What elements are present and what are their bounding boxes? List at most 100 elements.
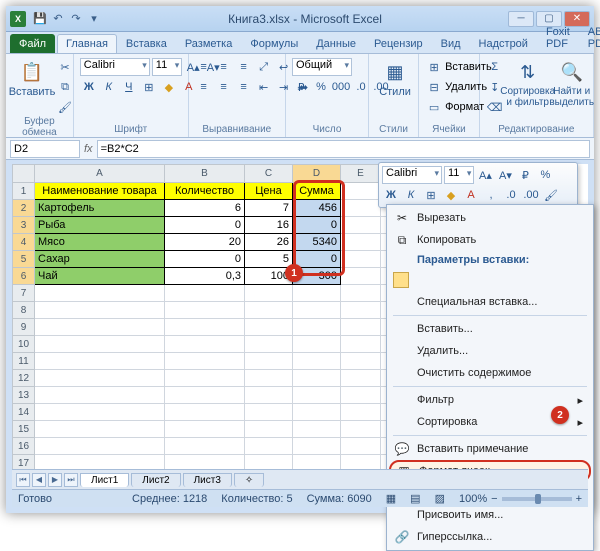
zoom-control[interactable]: 100% − + — [459, 493, 582, 505]
group-alignment: ≡ ≡ ≡ ⤢ ↩ ≡ ≡ ≡ ⇤ ⇥ ⬌ Выравнивание — [189, 54, 286, 137]
find-icon: 🔍 — [560, 60, 584, 84]
name-box[interactable]: D2 — [10, 140, 80, 158]
mini-grow-icon[interactable]: A▴ — [476, 166, 494, 184]
mini-currency-icon[interactable]: ₽ — [516, 166, 534, 184]
align-top-icon[interactable]: ≡ — [195, 58, 213, 76]
undo-icon[interactable]: ↶ — [50, 11, 66, 27]
menu-cut[interactable]: ✂Вырезать — [389, 207, 591, 229]
group-number: Общий ₽ % 000 .0 .00 Число — [286, 54, 369, 137]
tab-file[interactable]: Файл — [10, 34, 55, 53]
paste-button[interactable]: 📋 Вставить — [12, 58, 52, 100]
minimize-button[interactable]: ─ — [508, 11, 534, 27]
align-mid-icon[interactable]: ≡ — [215, 58, 233, 76]
mini-size-combo[interactable]: 11 — [444, 166, 474, 184]
find-select-button[interactable]: 🔍Найти и выделить — [552, 58, 592, 110]
bold-button[interactable]: Ж — [80, 78, 98, 96]
menu-clear[interactable]: Очистить содержимое — [389, 362, 591, 384]
group-font: Calibri 11 A▴ A▾ Ж К Ч ⊞ ◆ A Шрифт — [74, 54, 189, 137]
tab-foxit[interactable]: Foxit PDF — [537, 22, 579, 53]
menu-delete[interactable]: Удалить... — [389, 340, 591, 362]
mini-italic-icon[interactable]: К — [402, 186, 420, 204]
tab-insert[interactable]: Вставка — [117, 34, 176, 53]
underline-button[interactable]: Ч — [120, 78, 138, 96]
qat-dropdown-icon[interactable]: ▾ — [86, 11, 102, 27]
tab-data[interactable]: Данные — [307, 34, 365, 53]
zoom-in-icon[interactable]: + — [576, 493, 582, 505]
indent-dec-icon[interactable]: ⇤ — [255, 78, 273, 96]
mini-shrink-icon[interactable]: A▾ — [496, 166, 514, 184]
orientation-icon[interactable]: ⤢ — [255, 58, 273, 76]
format-painter-icon[interactable]: 🖌 — [56, 98, 74, 116]
cut-icon[interactable]: ✂ — [56, 58, 74, 76]
styles-button[interactable]: ▦Стили — [375, 58, 415, 100]
mini-painter-icon[interactable]: 🖌 — [542, 186, 560, 204]
border-icon[interactable]: ⊞ — [140, 78, 158, 96]
menu-name[interactable]: Присвоить имя... — [389, 504, 591, 526]
tab-addins[interactable]: Надстрой — [470, 34, 537, 53]
view-normal-icon[interactable]: ▦ — [386, 492, 396, 505]
italic-button[interactable]: К — [100, 78, 118, 96]
tab-abbyy[interactable]: ABBYY PD — [579, 22, 600, 53]
mini-comma-icon[interactable]: , — [482, 186, 500, 204]
inc-decimal-icon[interactable]: .0 — [352, 78, 370, 96]
tab-view[interactable]: Вид — [432, 34, 470, 53]
delete-cells-icon[interactable]: ⊟ — [425, 78, 443, 96]
align-right-icon[interactable]: ≡ — [235, 78, 253, 96]
redo-icon[interactable]: ↷ — [68, 11, 84, 27]
status-average: Среднее: 1218 — [132, 493, 207, 505]
menu-paste-default[interactable] — [389, 269, 591, 291]
mini-fill-icon[interactable]: ◆ — [442, 186, 460, 204]
view-break-icon[interactable]: ▨ — [435, 492, 445, 505]
status-count: Количество: 5 — [221, 493, 292, 505]
sheet-nav-first[interactable]: ⏮ — [16, 473, 30, 487]
mini-bold-icon[interactable]: Ж — [382, 186, 400, 204]
save-icon[interactable]: 💾 — [32, 11, 48, 27]
status-bar: Готово Среднее: 1218 Количество: 5 Сумма… — [12, 489, 588, 507]
zoom-out-icon[interactable]: − — [491, 493, 497, 505]
number-format-combo[interactable]: Общий — [292, 58, 352, 76]
tab-formulas[interactable]: Формулы — [241, 34, 307, 53]
tab-home[interactable]: Главная — [57, 34, 117, 53]
copy-icon: ⧉ — [393, 233, 411, 248]
align-left-icon[interactable]: ≡ — [195, 78, 213, 96]
menu-copy[interactable]: ⧉Копировать — [389, 229, 591, 251]
font-name-combo[interactable]: Calibri — [80, 58, 150, 76]
mini-fontcolor-icon[interactable]: A — [462, 186, 480, 204]
mini-incdec-icon[interactable]: .0 — [502, 186, 520, 204]
tab-layout[interactable]: Разметка — [176, 34, 242, 53]
new-sheet-button[interactable]: ✧ — [234, 473, 264, 487]
sheet-tab-3[interactable]: Лист3 — [183, 473, 232, 487]
copy-icon[interactable]: ⧉ — [56, 78, 74, 96]
autosum-icon[interactable]: Σ — [486, 58, 504, 76]
sheet-nav-next[interactable]: ▶ — [48, 473, 62, 487]
percent-icon[interactable]: % — [312, 78, 330, 96]
title-bar: X 💾 ↶ ↷ ▾ Книга3.xlsx - Microsoft Excel … — [6, 6, 594, 32]
sort-filter-button[interactable]: ⇅Сортировка и фильтр — [508, 58, 548, 110]
insert-cells-icon[interactable]: ⊞ — [425, 58, 443, 76]
view-layout-icon[interactable]: ▤ — [410, 492, 420, 505]
menu-paste-special[interactable]: Специальная вставка... — [389, 291, 591, 313]
align-bot-icon[interactable]: ≡ — [235, 58, 253, 76]
mini-border-icon[interactable]: ⊞ — [422, 186, 440, 204]
sheet-tabs: ⏮ ◀ ▶ ⏭ Лист1 Лист2 Лист3 ✧ — [12, 469, 588, 489]
currency-icon[interactable]: ₽ — [292, 78, 310, 96]
zoom-slider[interactable] — [502, 497, 572, 501]
align-center-icon[interactable]: ≡ — [215, 78, 233, 96]
fx-icon[interactable]: fx — [84, 143, 93, 155]
menu-hyperlink[interactable]: 🔗Гиперссылка... — [389, 526, 591, 548]
sheet-nav-last[interactable]: ⏭ — [64, 473, 78, 487]
font-size-combo[interactable]: 11 — [152, 58, 182, 76]
comma-icon[interactable]: 000 — [332, 78, 350, 96]
menu-comment[interactable]: 💬Вставить примечание — [389, 438, 591, 460]
mini-decdec-icon[interactable]: .00 — [522, 186, 540, 204]
menu-insert[interactable]: Вставить... — [389, 318, 591, 340]
format-cells-icon[interactable]: ▭ — [425, 98, 443, 116]
formula-input[interactable]: =B2*C2 — [97, 140, 590, 158]
mini-percent-icon[interactable]: % — [536, 166, 554, 184]
mini-font-combo[interactable]: Calibri — [382, 166, 442, 184]
sheet-tab-1[interactable]: Лист1 — [80, 473, 129, 487]
fill-color-icon[interactable]: ◆ — [160, 78, 178, 96]
sheet-tab-2[interactable]: Лист2 — [131, 473, 180, 487]
tab-review[interactable]: Рецензир — [365, 34, 432, 53]
sheet-nav-prev[interactable]: ◀ — [32, 473, 46, 487]
